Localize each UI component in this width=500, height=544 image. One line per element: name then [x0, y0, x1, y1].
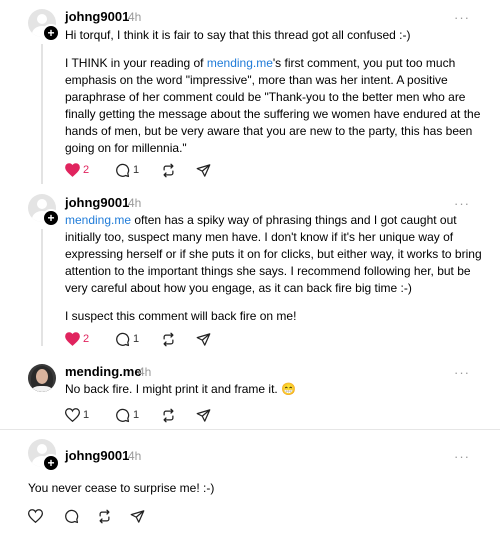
- reply-count: 1: [133, 333, 140, 345]
- comment-icon: [116, 408, 130, 422]
- like-button[interactable]: [28, 508, 43, 524]
- paragraph-text: I THINK in your reading of: [65, 56, 207, 70]
- action-bar: [28, 508, 228, 524]
- follow-plus-icon[interactable]: +: [42, 454, 60, 472]
- send-icon: [196, 163, 211, 177]
- repost-icon: [99, 509, 110, 523]
- share-button[interactable]: [130, 508, 145, 524]
- like-button[interactable]: 2: [65, 162, 89, 178]
- like-button[interactable]: 1: [65, 407, 89, 423]
- comment-icon: [65, 509, 79, 523]
- more-options-icon[interactable]: ···: [454, 449, 470, 464]
- action-bar: 2 1: [65, 162, 265, 178]
- paragraph-text: Hi torquf, I think it is fair to say tha…: [65, 28, 411, 42]
- heart-icon: [28, 509, 43, 523]
- repost-button[interactable]: [161, 407, 176, 423]
- follow-plus-icon[interactable]: +: [42, 209, 60, 227]
- heart-icon: [65, 408, 80, 422]
- send-icon: [196, 408, 211, 422]
- send-icon: [196, 332, 211, 346]
- timestamp[interactable]: 4h: [138, 365, 151, 379]
- mention-link[interactable]: mending.me: [65, 213, 131, 227]
- repost-button[interactable]: [161, 162, 176, 178]
- like-count: 1: [83, 409, 90, 421]
- post-text: You never cease to surprise me! :-): [28, 480, 468, 497]
- action-bar: 2 1: [65, 331, 265, 347]
- username[interactable]: johng9001: [65, 448, 129, 463]
- action-bar: 1 1: [65, 407, 265, 423]
- reply-button[interactable]: [64, 508, 79, 524]
- repost-icon: [163, 163, 174, 177]
- more-options-icon[interactable]: ···: [454, 365, 470, 380]
- share-button[interactable]: [196, 331, 211, 347]
- repost-icon: [163, 332, 174, 346]
- timestamp[interactable]: 4h: [128, 449, 141, 463]
- paragraph-text: 's first comment, you put too much empha…: [65, 56, 481, 155]
- timestamp[interactable]: 4h: [128, 196, 141, 210]
- reply-button[interactable]: 1: [115, 162, 139, 178]
- repost-button[interactable]: [161, 331, 176, 347]
- more-options-icon[interactable]: ···: [454, 196, 470, 211]
- share-button[interactable]: [196, 407, 211, 423]
- follow-plus-icon[interactable]: +: [42, 24, 60, 42]
- thread-line: [41, 44, 43, 184]
- repost-button[interactable]: [97, 508, 112, 524]
- post-text: No back fire. I might print it and frame…: [65, 381, 485, 398]
- reply-button[interactable]: 1: [115, 331, 139, 347]
- paragraph-text: No back fire. I might print it and frame…: [65, 382, 282, 396]
- reply-count: 1: [133, 409, 140, 421]
- comment-icon: [116, 332, 130, 346]
- paragraph-text: I suspect this comment will back fire on…: [65, 309, 297, 323]
- reply-count: 1: [133, 164, 140, 176]
- avatar[interactable]: [28, 364, 56, 392]
- mention-link[interactable]: mending.me: [207, 56, 273, 70]
- username[interactable]: johng9001: [65, 195, 129, 210]
- like-button[interactable]: 2: [65, 331, 89, 347]
- share-button[interactable]: [196, 162, 211, 178]
- post-text: Hi torquf, I think it is fair to say tha…: [65, 27, 485, 157]
- grinning-emoji: 😁: [281, 382, 297, 396]
- timestamp[interactable]: 4h: [128, 10, 141, 24]
- paragraph-text: You never cease to surprise me! :-): [28, 481, 215, 495]
- reply-button[interactable]: 1: [115, 407, 139, 423]
- thread-line: [41, 229, 43, 346]
- post-text: mending.me often has a spiky way of phra…: [65, 212, 485, 325]
- like-count: 2: [83, 333, 90, 345]
- comment-icon: [116, 163, 130, 177]
- username[interactable]: mending.me: [65, 364, 142, 379]
- divider: [0, 429, 500, 430]
- heart-icon: [65, 163, 80, 177]
- username[interactable]: johng9001: [65, 9, 129, 24]
- like-count: 2: [83, 164, 90, 176]
- repost-icon: [163, 408, 174, 422]
- heart-icon: [65, 332, 80, 346]
- send-icon: [130, 509, 145, 523]
- more-options-icon[interactable]: ···: [454, 10, 470, 25]
